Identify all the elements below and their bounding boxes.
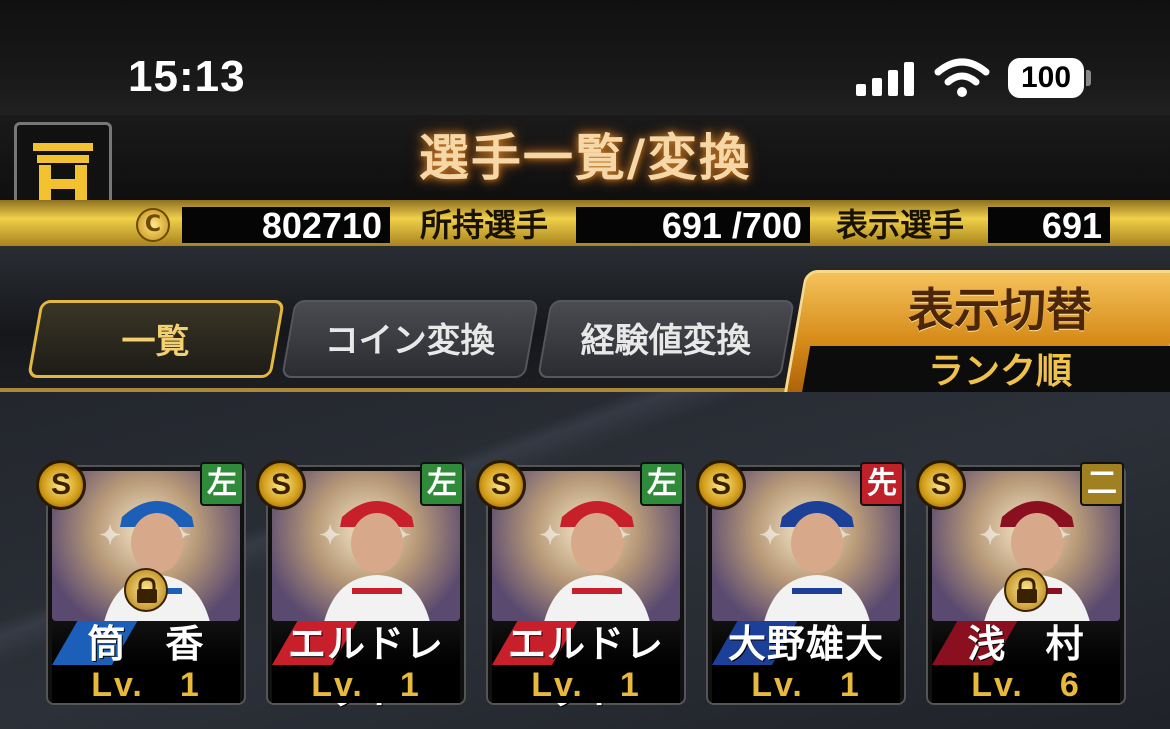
lock-icon (124, 568, 168, 612)
rank-badge: S (696, 460, 746, 510)
position-badge: 左 (640, 462, 684, 506)
tab-list[interactable]: 一覧 (27, 300, 285, 378)
status-time: 15:13 (128, 52, 246, 101)
shown-players-value: 691 (988, 207, 1110, 245)
cellular-signal-icon (856, 60, 916, 96)
tab-coin-convert[interactable]: コイン変換 (281, 300, 539, 378)
player-level: Lv. 1 (52, 665, 240, 704)
tab-exp-convert-label: 経験値変換 (580, 321, 751, 361)
position-badge: 左 (200, 462, 244, 506)
tab-coin-convert-label: コイン変換 (324, 321, 495, 361)
coin-icon: C (136, 208, 170, 242)
rank-badge: S (256, 460, 306, 510)
owned-players-value: 691 /700 (576, 207, 810, 245)
position-badge: 先 (860, 462, 904, 506)
player-figure-icon (544, 501, 650, 621)
player-name: 大野雄大 (727, 622, 884, 666)
player-name: 浅 村 (967, 622, 1085, 666)
page-title: 選手一覧/変換 (418, 129, 752, 187)
player-figure-icon (764, 501, 870, 621)
display-toggle-title: 表示切替 (908, 283, 1092, 337)
rank-badge: S (36, 460, 86, 510)
battery-indicator: 100 (1008, 58, 1084, 98)
rank-badge: S (476, 460, 526, 510)
display-toggle-value: ランク順 (927, 351, 1072, 392)
coin-count: 802710 (182, 207, 390, 245)
player-level: Lv. 1 (492, 665, 680, 704)
player-level: Lv. 6 (932, 665, 1120, 704)
player-level: Lv. 1 (272, 665, 460, 704)
position-badge: 二 (1080, 462, 1124, 506)
shown-players-label: 表示選手 (836, 206, 965, 244)
position-badge: 左 (420, 462, 464, 506)
lock-icon (1004, 568, 1048, 612)
tab-list-label: 一覧 (121, 322, 190, 362)
wifi-icon (934, 58, 990, 98)
player-name: 筒 香 (87, 622, 205, 666)
owned-players-label: 所持選手 (420, 206, 549, 244)
rank-badge: S (916, 460, 966, 510)
player-level: Lv. 1 (712, 665, 900, 704)
tab-exp-convert[interactable]: 経験値変換 (537, 300, 795, 378)
player-figure-icon (324, 501, 430, 621)
battery-tip (1086, 70, 1091, 86)
